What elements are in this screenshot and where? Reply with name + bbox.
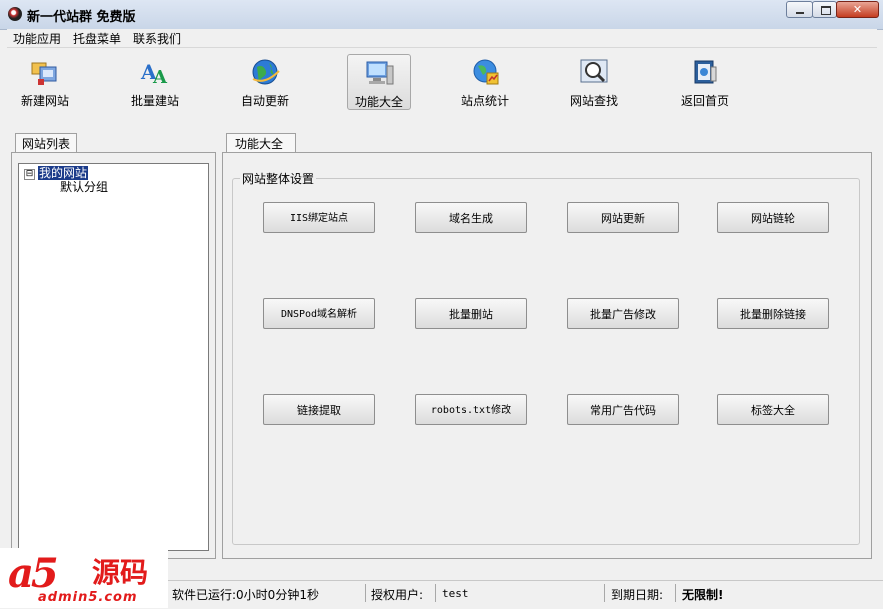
- toolbar-label: 网站查找: [569, 94, 618, 108]
- close-icon: ✕: [852, 3, 863, 16]
- menu-function-apps[interactable]: 功能应用: [13, 30, 61, 47]
- site-list-panel: ⊟ 我的网站 默认分组: [11, 152, 216, 559]
- tree-child-node[interactable]: 默认分组: [60, 180, 108, 194]
- watermark-logo: a5 源码 admin5.com: [0, 548, 168, 608]
- toolbar-label: 返回首页: [680, 94, 729, 108]
- link-wheel-button[interactable]: 网站链轮: [717, 202, 829, 233]
- tag-collection-button[interactable]: 标签大全: [717, 394, 829, 425]
- toolbar-new-site[interactable]: 新建网站: [13, 54, 77, 110]
- tab-site-list[interactable]: 网站列表: [15, 133, 77, 154]
- stats-globe-icon: [473, 59, 499, 85]
- auth-user-label: 授权用户:: [371, 588, 424, 602]
- features-panel: 网站整体设置 IIS绑定站点 域名生成 网站更新 网站链轮 DNSPod域名解析…: [222, 152, 872, 559]
- tree-root-node[interactable]: 我的网站: [38, 166, 89, 180]
- batch-delete-site-button[interactable]: 批量删站: [415, 298, 527, 329]
- toolbar-label: 批量建站: [130, 94, 179, 108]
- toolbar-auto-update[interactable]: 自动更新: [233, 54, 297, 110]
- expiry-value: 无限制!: [682, 588, 724, 602]
- iis-bind-button[interactable]: IIS绑定站点: [263, 202, 375, 233]
- toolbar-label: 功能大全: [354, 95, 403, 109]
- toolbar-home[interactable]: 返回首页: [673, 54, 737, 110]
- title-bar: 新一代站群 免费版 ✕: [0, 0, 883, 30]
- batch-ad-edit-button[interactable]: 批量广告修改: [567, 298, 679, 329]
- toolbar: 新建网站 A A 批量建站 自动更新 功能大全 站点统计 网站查找 返回首页: [7, 48, 877, 118]
- close-button[interactable]: ✕: [836, 1, 879, 18]
- batch-build-icon: A A: [140, 60, 168, 87]
- tab-all-features[interactable]: 功能大全: [226, 133, 296, 153]
- status-separator: [675, 584, 676, 602]
- home-book-icon: [694, 60, 717, 84]
- dnspod-resolve-button[interactable]: DNSPod域名解析: [263, 298, 375, 329]
- toolbar-label: 站点统计: [460, 94, 509, 108]
- toolbar-label: 自动更新: [240, 94, 289, 108]
- computer-features-icon: [366, 61, 394, 85]
- watermark-brand: a5: [8, 550, 59, 597]
- status-separator: [365, 584, 366, 602]
- status-separator: [435, 584, 436, 602]
- robots-edit-button[interactable]: robots.txt修改: [415, 394, 527, 425]
- minimize-button[interactable]: [786, 1, 813, 18]
- watermark-name: 源码: [92, 556, 149, 589]
- menu-bar: 功能应用 托盘菜单 联系我们: [7, 29, 877, 48]
- globe-update-icon: [252, 59, 280, 85]
- menu-tray[interactable]: 托盘菜单: [73, 30, 121, 47]
- domain-generate-button[interactable]: 域名生成: [415, 202, 527, 233]
- window-title: 新一代站群 免费版: [27, 10, 136, 25]
- magnifier-search-icon: [580, 59, 608, 83]
- group-title: 网站整体设置: [240, 170, 317, 187]
- tree-collapse-icon[interactable]: ⊟: [24, 169, 35, 180]
- maximize-icon: [821, 6, 831, 15]
- toolbar-site-search[interactable]: 网站查找: [562, 54, 626, 110]
- toolbar-site-stats[interactable]: 站点统计: [453, 54, 517, 110]
- toolbar-batch-build[interactable]: A A 批量建站: [123, 54, 187, 110]
- status-separator: [604, 584, 605, 602]
- site-settings-group: [232, 178, 860, 545]
- svg-text:A: A: [152, 67, 168, 87]
- menu-contact[interactable]: 联系我们: [133, 30, 181, 47]
- watermark-url: admin5.com: [38, 590, 138, 605]
- auth-user-value: test: [442, 587, 469, 600]
- runtime-status: 软件已运行:0小时0分钟1秒: [172, 588, 319, 602]
- toolbar-label: 新建网站: [20, 94, 69, 108]
- minimize-icon: [796, 12, 804, 14]
- site-tree[interactable]: ⊟ 我的网站 默认分组: [18, 163, 209, 551]
- site-update-button[interactable]: 网站更新: [567, 202, 679, 233]
- expiry-label: 到期日期:: [611, 588, 664, 602]
- maximize-button[interactable]: [812, 1, 837, 18]
- new-site-icon: [31, 62, 57, 85]
- batch-delete-link-button[interactable]: 批量删除链接: [717, 298, 829, 329]
- common-ad-code-button[interactable]: 常用广告代码: [567, 394, 679, 425]
- link-extract-button[interactable]: 链接提取: [263, 394, 375, 425]
- app-icon: [8, 7, 22, 21]
- toolbar-all-features[interactable]: 功能大全: [347, 54, 411, 110]
